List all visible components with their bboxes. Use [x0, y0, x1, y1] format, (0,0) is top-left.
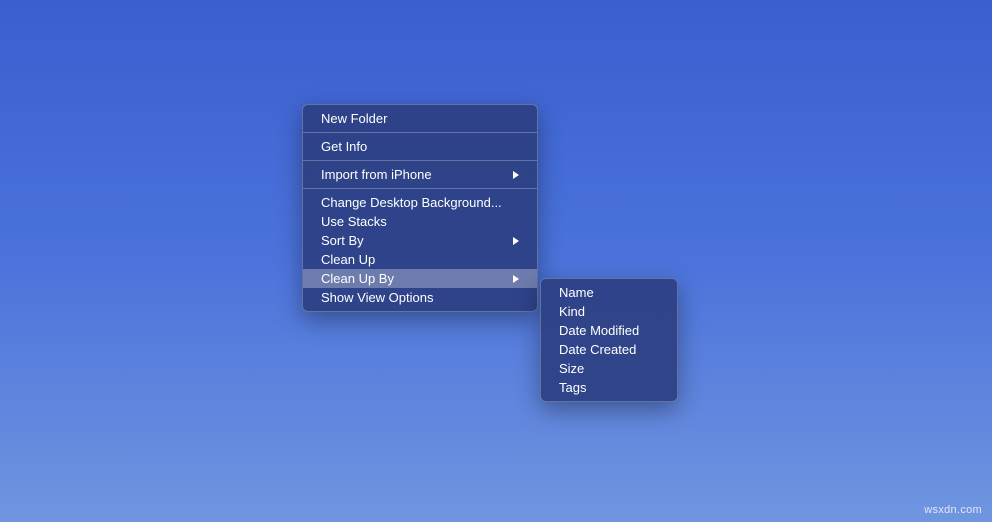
- menu-item-label: Name: [559, 285, 594, 300]
- watermark-text: wsxdn.com: [924, 504, 982, 516]
- menu-item-sort-by[interactable]: Sort By: [303, 231, 537, 250]
- menu-item-label: Sort By: [321, 233, 364, 248]
- menu-item-label: Tags: [559, 380, 586, 395]
- submenu-arrow-icon: [513, 275, 519, 283]
- menu-item-label: Date Modified: [559, 323, 639, 338]
- submenu-item-name[interactable]: Name: [541, 283, 677, 302]
- menu-item-clean-up[interactable]: Clean Up: [303, 250, 537, 269]
- menu-item-label: Size: [559, 361, 584, 376]
- menu-item-import-from-iphone[interactable]: Import from iPhone: [303, 165, 537, 184]
- clean-up-by-submenu: Name Kind Date Modified Date Created Siz…: [540, 278, 678, 402]
- menu-item-label: Show View Options: [321, 290, 434, 305]
- submenu-item-date-created[interactable]: Date Created: [541, 340, 677, 359]
- menu-item-clean-up-by[interactable]: Clean Up By: [303, 269, 537, 288]
- submenu-item-tags[interactable]: Tags: [541, 378, 677, 397]
- menu-item-label: Change Desktop Background...: [321, 195, 502, 210]
- menu-item-label: Get Info: [321, 139, 367, 154]
- menu-item-use-stacks[interactable]: Use Stacks: [303, 212, 537, 231]
- menu-item-change-desktop-background[interactable]: Change Desktop Background...: [303, 193, 537, 212]
- submenu-arrow-icon: [513, 171, 519, 179]
- menu-item-label: Clean Up: [321, 252, 375, 267]
- menu-item-label: Clean Up By: [321, 271, 394, 286]
- menu-divider: [303, 160, 537, 161]
- menu-item-label: Kind: [559, 304, 585, 319]
- submenu-item-kind[interactable]: Kind: [541, 302, 677, 321]
- desktop-context-menu: New Folder Get Info Import from iPhone C…: [302, 104, 538, 312]
- submenu-item-date-modified[interactable]: Date Modified: [541, 321, 677, 340]
- menu-item-show-view-options[interactable]: Show View Options: [303, 288, 537, 307]
- menu-divider: [303, 132, 537, 133]
- menu-item-new-folder[interactable]: New Folder: [303, 109, 537, 128]
- submenu-item-size[interactable]: Size: [541, 359, 677, 378]
- submenu-arrow-icon: [513, 237, 519, 245]
- menu-item-label: Use Stacks: [321, 214, 387, 229]
- menu-item-label: New Folder: [321, 111, 387, 126]
- menu-item-get-info[interactable]: Get Info: [303, 137, 537, 156]
- menu-divider: [303, 188, 537, 189]
- menu-item-label: Import from iPhone: [321, 167, 432, 182]
- menu-item-label: Date Created: [559, 342, 636, 357]
